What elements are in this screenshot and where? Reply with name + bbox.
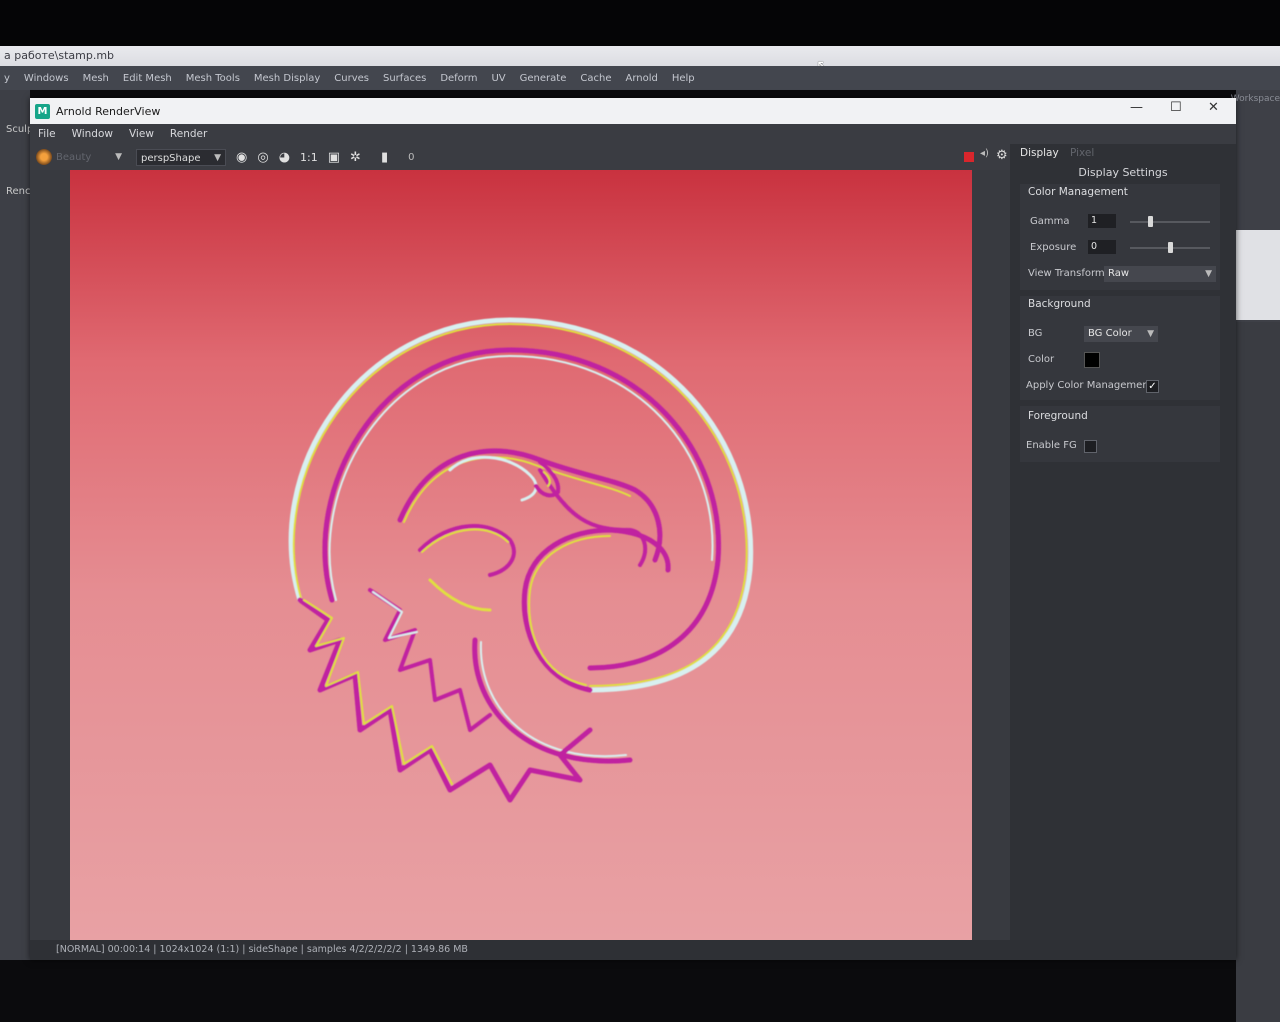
renderview-title: Arnold RenderView xyxy=(56,104,161,118)
bg-label: BG xyxy=(1028,328,1043,339)
maya-main-menubar: y Windows Mesh Edit Mesh Mesh Tools Mesh… xyxy=(0,66,1280,90)
menu-item-generate[interactable]: Generate xyxy=(520,73,567,84)
minimize-button[interactable]: — xyxy=(1130,100,1143,115)
gamma-field[interactable]: 1 xyxy=(1088,214,1116,228)
exposure-field[interactable]: 0 xyxy=(1088,240,1116,254)
apply-color-management-label: Apply Color Management xyxy=(1026,380,1153,391)
apply-color-management-checkbox[interactable]: ✓ xyxy=(1146,380,1159,393)
menu-item-uv[interactable]: UV xyxy=(491,73,505,84)
color-label: Color xyxy=(1028,354,1055,365)
renderview-titlebar: M Arnold RenderView — ☐ ✕ xyxy=(30,98,1236,124)
refresh-icon[interactable]: ✲ xyxy=(350,150,361,165)
bg-color-swatch[interactable] xyxy=(1084,352,1100,368)
circle-dot-icon[interactable]: ◉ xyxy=(236,150,247,165)
camera-select[interactable]: perspShape ▼ xyxy=(136,148,226,166)
display-settings-panel: Display Pixel Display Settings Color Man… xyxy=(1010,144,1236,940)
gamma-label: Gamma xyxy=(1030,216,1070,227)
background-section: Background BG BG Color ▼ Color Apply Colo… xyxy=(1020,296,1220,400)
view-transform-select[interactable]: Raw ▼ xyxy=(1104,266,1216,282)
renderview-menubar: File Window View Render xyxy=(30,124,1236,144)
frame-icon[interactable]: ▣ xyxy=(328,150,340,165)
render-icon[interactable] xyxy=(36,149,52,165)
stamp-eagle-head xyxy=(397,448,663,577)
display-settings-title: Display Settings xyxy=(1078,166,1168,179)
stop-render-icon[interactable] xyxy=(964,152,974,162)
maya-right-dark-area xyxy=(1236,322,1280,1022)
enable-fg-label: Enable FG xyxy=(1026,440,1077,451)
gear-icon[interactable]: ⚙ xyxy=(996,148,1008,163)
menu-window[interactable]: Window xyxy=(72,128,113,140)
maya-left-shelf: Sculp Renc xyxy=(0,90,33,960)
menu-item-arnold[interactable]: Arnold xyxy=(625,73,657,84)
close-button[interactable]: ✕ xyxy=(1208,100,1219,115)
maya-right-area xyxy=(1236,90,1280,1022)
menu-item-surfaces[interactable]: Surfaces xyxy=(383,73,426,84)
renderview-toolbar: Beauty ▼ perspShape ▼ ◉ ◎ ◕ 1:1 ▣ ✲ ▮ 0 ◂)… xyxy=(30,144,1010,170)
menu-item-cache[interactable]: Cache xyxy=(580,73,611,84)
maya-logo-icon: M xyxy=(35,103,50,119)
maximize-button[interactable]: ☐ xyxy=(1170,100,1182,115)
pie-icon[interactable]: ◕ xyxy=(279,150,290,165)
foreground-section: Foreground Enable FG xyxy=(1020,406,1220,462)
menu-render[interactable]: Render xyxy=(170,128,207,140)
menu-view[interactable]: View xyxy=(129,128,154,140)
enable-fg-checkbox[interactable] xyxy=(1084,440,1097,453)
sound-icon[interactable]: ◂) xyxy=(980,148,989,159)
menu-item-curves[interactable]: Curves xyxy=(334,73,369,84)
shelf-label-render[interactable]: Renc xyxy=(6,186,31,197)
frame-value: 0 xyxy=(408,151,415,163)
slider-handle-icon[interactable]: ▮ xyxy=(381,150,388,165)
menu-item-mesh-display[interactable]: Mesh Display xyxy=(254,73,320,84)
menu-item[interactable]: y xyxy=(4,73,10,84)
color-management-section: Color Management Gamma 1 Exposure 0 View… xyxy=(1020,184,1220,290)
render-status-bar: [NORMAL] 00:00:14 | 1024x1024 (1:1) | si… xyxy=(30,940,1236,960)
menu-item-windows[interactable]: Windows xyxy=(24,73,69,84)
exposure-label: Exposure xyxy=(1030,242,1077,253)
bg-select[interactable]: BG Color ▼ xyxy=(1084,326,1158,342)
tab-pixel[interactable]: Pixel xyxy=(1070,147,1094,159)
foreground-header[interactable]: Foreground xyxy=(1028,410,1088,422)
maya-window-title: а работе\stamp.mb xyxy=(0,46,1280,66)
color-management-header[interactable]: Color Management xyxy=(1028,186,1128,198)
rgb-icon[interactable]: ◎ xyxy=(257,150,268,165)
menu-file[interactable]: File xyxy=(38,128,56,140)
menu-item-deform[interactable]: Deform xyxy=(440,73,477,84)
arnold-renderview-window: M Arnold RenderView — ☐ ✕ File Window Vi… xyxy=(30,98,1236,960)
monitor-bezel xyxy=(0,0,1280,52)
menu-item-mesh[interactable]: Mesh xyxy=(83,73,109,84)
stamp-eagle-feathers xyxy=(297,578,593,803)
ratio-button[interactable]: 1:1 xyxy=(300,151,318,164)
gamma-slider-track[interactable] xyxy=(1130,221,1210,223)
workspace-label[interactable]: Workspace xyxy=(1231,94,1280,104)
view-transform-label: View Transform xyxy=(1028,268,1105,279)
menu-item-mesh-tools[interactable]: Mesh Tools xyxy=(186,73,240,84)
gamma-slider-handle[interactable] xyxy=(1148,216,1153,227)
stamp-outer-rings xyxy=(288,317,754,693)
exposure-slider-handle[interactable] xyxy=(1168,242,1173,253)
maya-right-strip xyxy=(1236,230,1280,320)
background-header[interactable]: Background xyxy=(1028,298,1091,310)
menu-item-edit-mesh[interactable]: Edit Mesh xyxy=(123,73,172,84)
aov-select[interactable]: Beauty ▼ xyxy=(56,149,126,166)
panel-tabs: Display Pixel xyxy=(1010,144,1236,164)
eagle-stamp-render xyxy=(288,317,754,803)
tab-display[interactable]: Display xyxy=(1020,147,1059,159)
menu-item-help[interactable]: Help xyxy=(672,73,695,84)
render-viewport[interactable] xyxy=(70,170,972,940)
